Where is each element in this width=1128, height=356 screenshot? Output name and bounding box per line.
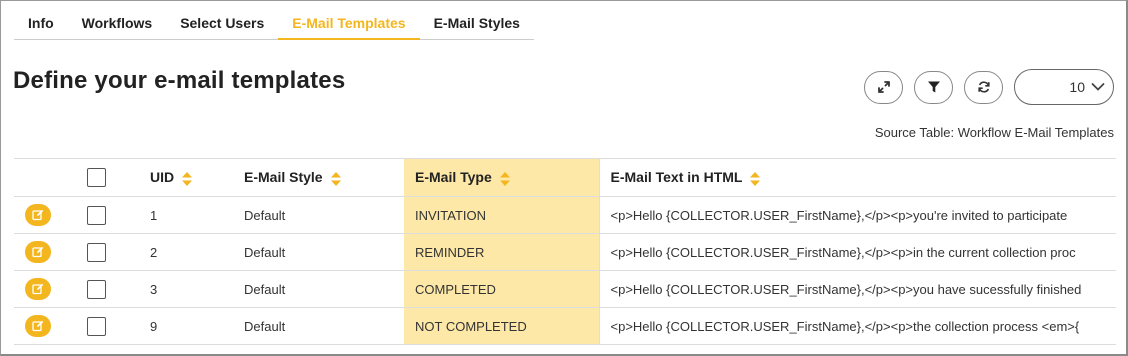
cell-email-type: REMINDER — [404, 233, 599, 271]
page-title: Define your e-mail templates — [13, 67, 346, 94]
select-all-checkbox[interactable] — [87, 168, 106, 187]
edit-button[interactable] — [25, 315, 51, 337]
toolbar: 10 — [864, 69, 1114, 105]
edit-icon — [32, 246, 44, 258]
cell-email-type: INVITATION — [404, 196, 599, 234]
page-size-value: 10 — [1069, 79, 1085, 95]
expand-button[interactable] — [864, 70, 903, 104]
cell-email-type: NOT COMPLETED — [404, 307, 599, 345]
tab-workflows[interactable]: Workflows — [67, 6, 167, 40]
cell-uid: 9 — [138, 307, 232, 345]
source-table-label: Source Table: Workflow E-Mail Templates — [874, 125, 1114, 140]
header-email-text-label: E-Mail Text in HTML — [610, 169, 743, 186]
table-row: 9 Default NOT COMPLETED <p>Hello {COLLEC… — [14, 307, 1116, 345]
sort-icon — [750, 171, 761, 186]
cell-uid: 1 — [138, 196, 232, 234]
filter-button[interactable] — [914, 70, 953, 104]
cell-email-text: <p>Hello {COLLECTOR.USER_FirstName},</p>… — [598, 233, 1116, 271]
header-email-type-label: E-Mail Type — [415, 169, 492, 186]
table-row: 1 Default INVITATION <p>Hello {COLLECTOR… — [14, 196, 1116, 234]
table-row: 3 Default COMPLETED <p>Hello {COLLECTOR.… — [14, 270, 1116, 308]
cell-email-text: <p>Hello {COLLECTOR.USER_FirstName},</p>… — [598, 270, 1116, 308]
edit-icon — [32, 283, 44, 295]
header-actions — [14, 158, 76, 197]
tab-select-users[interactable]: Select Users — [166, 6, 279, 40]
header-email-type[interactable]: E-Mail Type — [404, 158, 599, 197]
row-checkbox[interactable] — [87, 205, 106, 225]
table-header-row: UID E-Mail Style E-Mail Type E-Mail Text… — [14, 158, 1116, 197]
refresh-icon — [977, 81, 990, 93]
cell-uid: 3 — [138, 270, 232, 308]
tab-email-styles[interactable]: E-Mail Styles — [419, 6, 534, 40]
header-email-style[interactable]: E-Mail Style — [232, 158, 404, 197]
edit-button[interactable] — [25, 204, 51, 226]
filter-icon — [927, 81, 940, 93]
tab-info[interactable]: Info — [14, 6, 68, 40]
row-checkbox[interactable] — [87, 316, 106, 336]
header-uid[interactable]: UID — [138, 158, 232, 197]
cell-uid: 2 — [138, 233, 232, 271]
sort-icon — [499, 171, 510, 186]
tab-email-templates[interactable]: E-Mail Templates — [278, 6, 420, 40]
edit-icon — [32, 209, 44, 221]
header-uid-label: UID — [150, 169, 175, 186]
sort-icon — [330, 171, 341, 186]
row-checkbox[interactable] — [87, 242, 106, 262]
expand-icon — [877, 81, 890, 93]
page-size-select[interactable]: 10 — [1014, 69, 1114, 105]
sort-icon — [182, 171, 193, 186]
header-email-style-label: E-Mail Style — [244, 169, 323, 186]
cell-email-style: Default — [232, 307, 404, 345]
app-frame: Info Workflows Select Users E-Mail Templ… — [0, 0, 1128, 356]
refresh-button[interactable] — [964, 70, 1003, 104]
templates-table: UID E-Mail Style E-Mail Type E-Mail Text… — [14, 158, 1116, 345]
cell-email-style: Default — [232, 233, 404, 271]
cell-email-style: Default — [232, 196, 404, 234]
cell-email-text: <p>Hello {COLLECTOR.USER_FirstName},</p>… — [598, 196, 1116, 234]
table-row: 2 Default REMINDER <p>Hello {COLLECTOR.U… — [14, 233, 1116, 271]
header-email-text[interactable]: E-Mail Text in HTML — [598, 158, 1116, 197]
row-checkbox[interactable] — [87, 279, 106, 299]
header-select — [76, 158, 138, 197]
edit-button[interactable] — [25, 241, 51, 263]
cell-email-text: <p>Hello {COLLECTOR.USER_FirstName},</p>… — [598, 307, 1116, 345]
chevron-down-icon — [1091, 83, 1105, 91]
cell-email-type: COMPLETED — [404, 270, 599, 308]
edit-button[interactable] — [25, 278, 51, 300]
edit-icon — [32, 320, 44, 332]
tab-bar: Info Workflows Select Users E-Mail Templ… — [14, 6, 534, 42]
cell-email-style: Default — [232, 270, 404, 308]
